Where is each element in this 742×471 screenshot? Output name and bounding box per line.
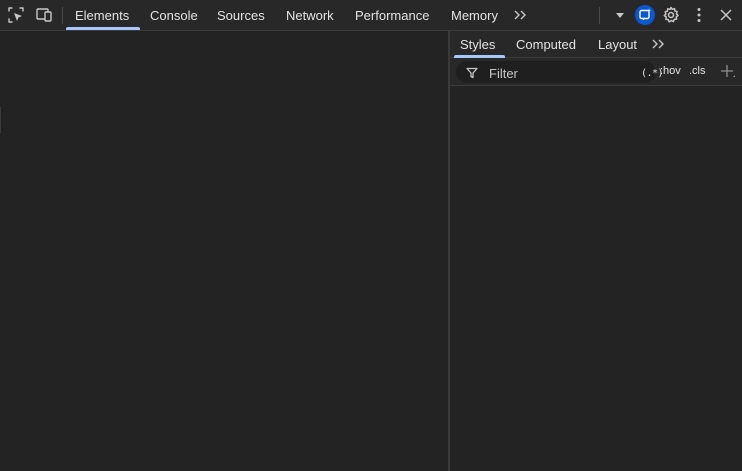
filter-input[interactable]: Filter (.*): [456, 61, 664, 84]
tab-computed[interactable]: Computed: [516, 31, 576, 58]
close-icon[interactable]: [716, 5, 736, 25]
filter-placeholder: Filter: [489, 66, 518, 81]
chevron-double-right-icon[interactable]: [510, 5, 530, 25]
cls-button[interactable]: .cls: [689, 65, 706, 77]
dom-tree-gutter: [0, 107, 1, 133]
chevron-double-right-icon[interactable]: [648, 34, 668, 54]
sidebar-tabs: Styles Computed Layout: [450, 31, 742, 58]
styles-filter-bar: Filter (.*) :hov .cls: [450, 58, 742, 86]
elements-panel[interactable]: [0, 31, 449, 471]
tab-console[interactable]: Console: [150, 0, 198, 30]
toolbar-divider: [62, 7, 63, 24]
toolbar-divider: [599, 7, 600, 24]
kebab-menu-icon[interactable]: [689, 5, 709, 25]
tab-elements[interactable]: Elements: [65, 0, 141, 30]
gear-icon[interactable]: [661, 5, 681, 25]
tab-styles[interactable]: Styles: [453, 31, 506, 58]
ai-assistant-icon[interactable]: [635, 5, 655, 25]
inspect-element-icon[interactable]: [6, 5, 26, 25]
tab-sources[interactable]: Sources: [217, 0, 265, 30]
hov-button[interactable]: :hov: [660, 65, 681, 77]
tab-network[interactable]: Network: [286, 0, 334, 30]
styles-content: [450, 86, 742, 471]
main-toolbar: Elements Console Sources Network Perform…: [0, 0, 742, 31]
filter-icon: [466, 66, 478, 84]
new-style-rule-icon[interactable]: [720, 64, 736, 85]
styles-sidebar: Styles Computed Layout Filter (.*) :hov: [450, 31, 742, 471]
tab-memory[interactable]: Memory: [451, 0, 498, 30]
caret-down-icon[interactable]: [610, 5, 630, 25]
tab-layout[interactable]: Layout: [598, 31, 637, 58]
devtools-window: Elements Console Sources Network Perform…: [0, 0, 742, 471]
device-toolbar-icon[interactable]: [34, 5, 54, 25]
tab-performance[interactable]: Performance: [355, 0, 429, 30]
